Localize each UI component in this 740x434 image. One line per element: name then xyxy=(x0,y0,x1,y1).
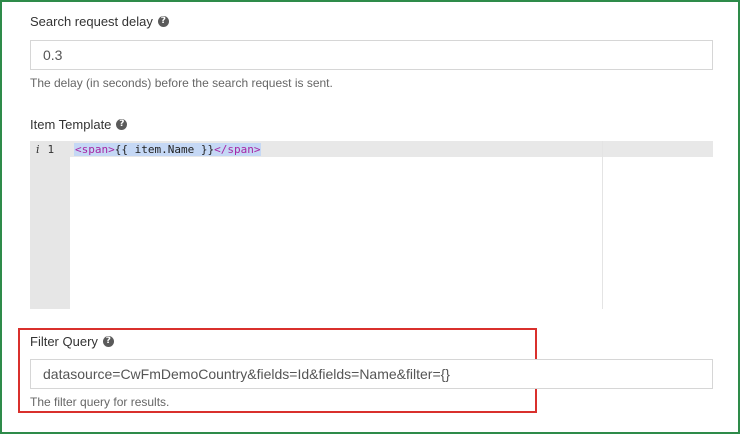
code-line-1[interactable]: <span>{{ item.Name }}</span> xyxy=(74,141,262,157)
filter-query-label-text: Filter Query xyxy=(30,334,98,349)
gutter-line-1: i 1 xyxy=(30,141,70,157)
search-delay-label-text: Search request delay xyxy=(30,14,153,29)
code-expression: {{ item.Name }} xyxy=(114,142,215,156)
question-icon[interactable]: ? xyxy=(157,16,169,27)
item-template-label-text: Item Template xyxy=(30,117,112,132)
filter-query-value: datasource=CwFmDemoCountry&fields=Id&fie… xyxy=(43,366,450,382)
item-template-label: Item Template ? xyxy=(30,117,128,132)
print-margin xyxy=(602,141,603,309)
code-editor[interactable]: i 1 <span>{{ item.Name }}</span> xyxy=(30,141,713,309)
question-icon[interactable]: ? xyxy=(116,119,128,130)
filter-query-input[interactable]: datasource=CwFmDemoCountry&fields=Id&fie… xyxy=(30,359,713,389)
line-number: 1 xyxy=(47,142,55,156)
search-delay-input[interactable]: 0.3 xyxy=(30,40,713,70)
info-icon: i xyxy=(36,142,40,156)
question-icon[interactable]: ? xyxy=(102,336,114,347)
code-selection: <span>{{ item.Name }}</span> xyxy=(74,142,262,156)
code-open-tag: <span> xyxy=(75,142,115,156)
search-delay-label: Search request delay ? xyxy=(30,14,169,29)
filter-query-label: Filter Query ? xyxy=(30,334,114,349)
search-delay-value: 0.3 xyxy=(43,47,63,63)
search-delay-help: The delay (in seconds) before the search… xyxy=(30,76,333,90)
filter-query-help: The filter query for results. xyxy=(30,395,170,409)
code-close-tag: </span> xyxy=(214,142,261,156)
editor-gutter xyxy=(30,141,70,309)
